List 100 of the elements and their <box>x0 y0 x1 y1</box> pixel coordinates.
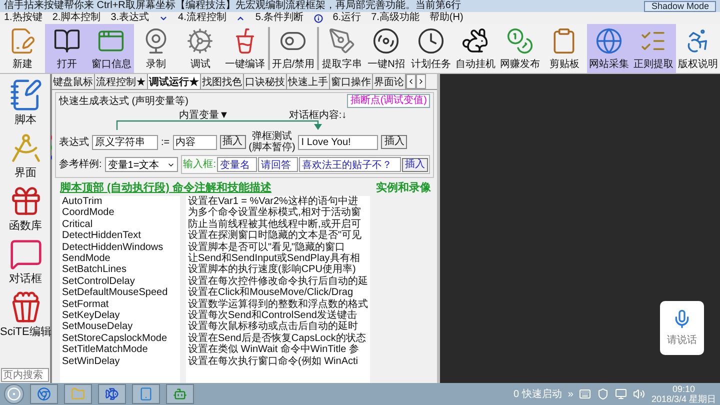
menu-item[interactable]: 7.高级功能 <box>371 12 420 24</box>
menu-item[interactable]: 2.脚本控制 <box>52 12 101 24</box>
toolbar-button[interactable]: 窗口信息 <box>89 24 134 73</box>
start-button[interactable] <box>4 384 24 404</box>
toolbar-button[interactable]: 正则提取 <box>631 24 676 73</box>
command-item[interactable]: CoordMode <box>62 207 178 219</box>
popup-test-label: 弹框测试 <box>252 131 292 142</box>
toolbar-button[interactable]: 打开 <box>44 24 89 73</box>
command-item[interactable]: SetStoreCapslockMode <box>62 332 178 344</box>
toolbar-button[interactable]: 调试 <box>178 24 222 73</box>
command-item[interactable]: SendMode <box>62 253 178 264</box>
command-item[interactable]: SetWinDelay <box>62 356 178 368</box>
sidebar-item[interactable]: 脚本 <box>8 78 43 127</box>
command-item[interactable]: Critical <box>62 218 178 230</box>
command-item[interactable]: SetFormat <box>62 298 178 310</box>
command-item[interactable]: SetBatchLines <box>62 264 178 276</box>
prompt-field[interactable]: 请回答 <box>258 157 298 172</box>
browser-icon <box>37 387 51 401</box>
popup-note-label: (脚本暂停) <box>248 142 296 153</box>
example-dropdown[interactable]: 变量1=文本 <box>104 157 178 172</box>
tab[interactable]: 调试运行★ <box>148 74 201 89</box>
menu-item[interactable]: 4.流程控制 <box>178 12 226 24</box>
toolbar-button[interactable]: 计划任务 <box>408 24 453 73</box>
monitor-icon[interactable] <box>615 388 628 400</box>
taskbar-icon[interactable] <box>132 384 160 404</box>
search-field[interactable]: 页内搜索 <box>1 368 49 382</box>
orb-icon <box>7 387 21 401</box>
toolbar-button[interactable]: 网赚发布 <box>498 24 542 73</box>
tab[interactable]: 窗口操作 <box>330 74 373 89</box>
pen-icon <box>328 26 356 54</box>
menu-item[interactable]: 5.条件判断 <box>255 12 304 24</box>
taskbar-icon[interactable] <box>166 384 194 404</box>
dialog-text-field[interactable]: I Love You! <box>298 134 378 150</box>
toolbar-button[interactable]: 版权说明 <box>676 24 720 73</box>
variable-name-field[interactable]: 变量名 <box>217 157 257 172</box>
description-item: 设置在每次执行窗口命令(例如 WinActi <box>188 356 359 368</box>
menu-item[interactable]: 6.运行 <box>332 12 362 24</box>
command-item[interactable]: SetKeyDelay <box>62 310 178 322</box>
description-item: 防止当前线程被其他线程中断,或开启可 <box>188 218 362 230</box>
toolbar-button[interactable]: 一键N招 <box>364 24 408 73</box>
insert-button[interactable]: 插入 <box>402 158 428 172</box>
command-item[interactable]: DetectHiddenText <box>62 230 178 242</box>
rabbit-icon <box>461 26 490 54</box>
notebook-icon <box>8 78 43 112</box>
tab[interactable]: 口诀秘技 <box>244 74 287 89</box>
menu-item[interactable]: 3.表达式 <box>110 12 150 24</box>
description-item: 设置数学运算得到的整数和浮点数的格式 <box>188 298 368 310</box>
sidebar-item[interactable]: SciTE编辑 <box>0 290 52 339</box>
folder-icon <box>71 387 85 401</box>
command-item[interactable]: SetControlDelay <box>62 276 178 288</box>
mode-button[interactable]: Shadow Mode <box>644 0 716 12</box>
toolbar-button[interactable]: 网站采集 <box>586 24 631 73</box>
scroll-left-button[interactable] <box>406 74 416 89</box>
expression-label: 表达式 <box>59 136 89 148</box>
sidebar-item[interactable]: 函数库 <box>8 184 43 233</box>
sidebar-item[interactable]: 对话框 <box>8 237 43 286</box>
description-item: 设置脚本是否可以"看见"隐藏的窗口 <box>188 242 346 253</box>
description-item: 设置在类似 WinWait 命令中WinTitle 参 <box>188 344 360 356</box>
chevron-left-icon <box>407 77 415 86</box>
command-item[interactable]: AutoTrim <box>62 196 178 208</box>
sidebar-item[interactable]: 界面 <box>8 131 43 180</box>
tab[interactable]: 找图找色 <box>201 74 244 89</box>
question-field[interactable]: 喜欢法王的贴子不？ <box>299 157 401 172</box>
command-item[interactable]: SetMouseDelay <box>62 321 178 333</box>
variable-field[interactable]: 原义字符串 <box>92 134 158 150</box>
insert-button[interactable]: 插入 <box>381 135 408 149</box>
command-item[interactable]: SetDefaultMouseSpeed <box>62 287 178 299</box>
breakpoint-button[interactable]: 插断点(调试变值) <box>347 94 430 108</box>
toolbar-button[interactable]: 自动挂机 <box>453 24 498 73</box>
toolbar-button[interactable]: 开启/禁用 <box>271 24 316 73</box>
volume-icon[interactable] <box>633 388 646 400</box>
voice-widget[interactable]: 请说话 <box>660 301 704 355</box>
tablet-icon <box>139 387 153 401</box>
description-item: 设置脚本的执行速度(影响CPU使用率) <box>188 264 357 276</box>
toolbar-button[interactable]: 提取字串 <box>320 24 364 73</box>
tab[interactable]: 快速上手 <box>287 74 330 89</box>
tab[interactable]: 键盘鼠标 <box>52 74 95 89</box>
coins-icon <box>506 26 534 54</box>
taskbar-icon[interactable] <box>64 384 92 404</box>
insert-button[interactable]: 插入 <box>220 135 246 149</box>
toolbar-button[interactable]: 录制 <box>134 24 178 73</box>
toolbar-button[interactable]: 剪贴板 <box>542 24 586 73</box>
message-icon <box>8 237 43 271</box>
taskbar-icon[interactable] <box>30 384 58 404</box>
tab[interactable]: 界面论 <box>373 74 406 89</box>
builtin-vars-label[interactable]: 内置变量▼ <box>179 110 229 121</box>
toolbar-button[interactable]: 新建 <box>0 24 44 73</box>
toolbar-button[interactable]: 一键编译 <box>222 24 267 73</box>
command-item[interactable]: SetTitleMatchMode <box>62 344 178 356</box>
command-item[interactable]: DetectHiddenWindows <box>62 242 178 254</box>
tab[interactable]: 流程控制★ <box>95 74 148 89</box>
taskbar-icon[interactable] <box>98 384 126 404</box>
menu-item[interactable]: 帮助(H) <box>429 12 464 24</box>
shield-icon[interactable] <box>597 388 610 400</box>
keyboard-icon[interactable] <box>579 388 592 400</box>
value-field[interactable]: 内容 <box>172 134 217 150</box>
description-item: 设置在Var1 = %Var2%这样的语句中进 <box>188 196 358 207</box>
scroll-right-button[interactable] <box>416 74 426 89</box>
menu-item[interactable]: 1.热按键 <box>4 12 42 24</box>
globe-icon <box>594 26 623 54</box>
